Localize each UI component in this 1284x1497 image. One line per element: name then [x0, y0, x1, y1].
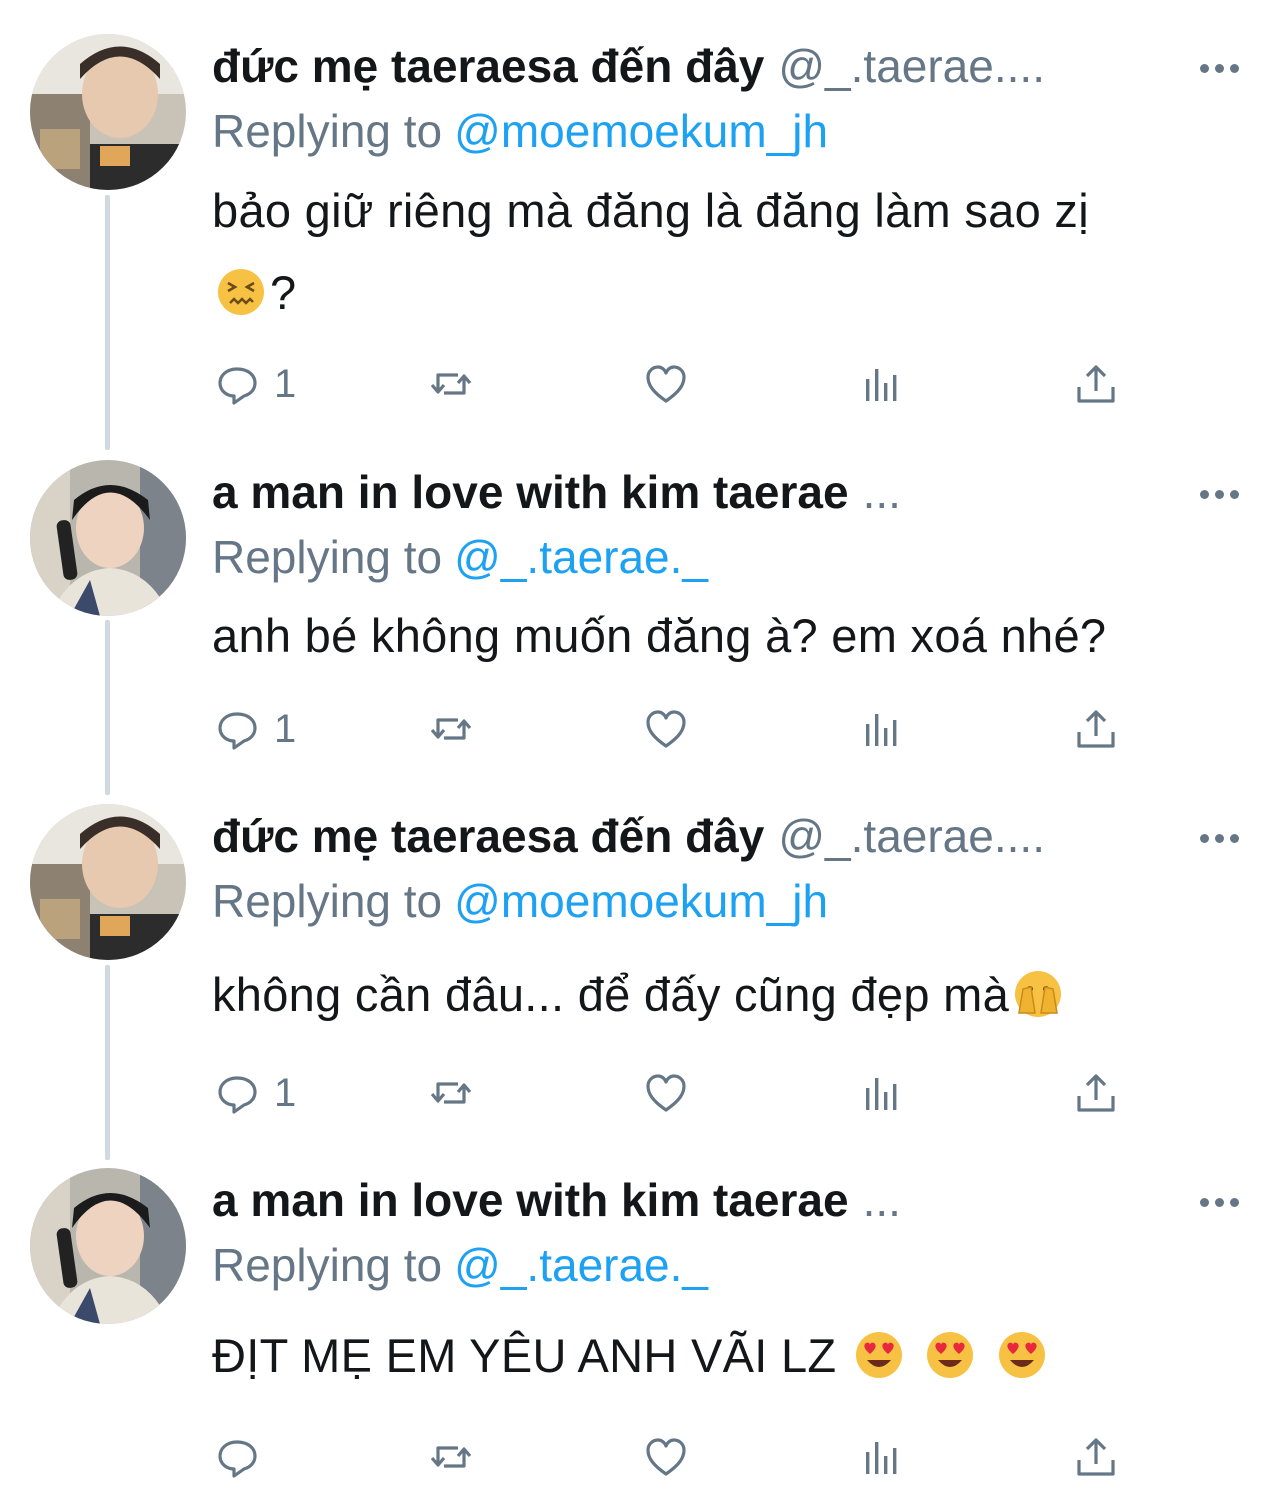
- tweet-text-line: bảo giữ riêng mà đăng là đăng làm sao zị: [212, 184, 1089, 237]
- tweet-text: không cần đâu... để đấy cũng đẹp mà: [212, 954, 1252, 1036]
- reply-button[interactable]: 1: [214, 704, 296, 754]
- display-name[interactable]: đức mẹ taeraesa đến đây: [212, 40, 764, 92]
- avatar[interactable]: [30, 460, 186, 616]
- stats-button[interactable]: [858, 359, 904, 409]
- reply-to-link[interactable]: @_.taerae._: [454, 1239, 708, 1291]
- stats-button[interactable]: [858, 704, 904, 754]
- heart-eyes-emoji: [855, 1332, 902, 1378]
- like-button[interactable]: [643, 1432, 689, 1482]
- tweet-text-line: ?: [270, 266, 297, 319]
- reply-to-link[interactable]: @moemoekum_jh: [454, 875, 828, 927]
- replying-label: Replying to: [212, 105, 443, 157]
- tweet-4[interactable]: a man in love with kim taerae... Replyin…: [0, 1168, 1284, 1488]
- more-icon[interactable]: [1200, 64, 1239, 73]
- tweet-actions: 1: [0, 1068, 1284, 1118]
- replying-to: Replying to @moemoekum_jh: [212, 104, 828, 158]
- tweet-text: anh bé không muốn đăng à? em xoá nhé?: [212, 595, 1252, 677]
- share-icon: [1077, 1074, 1115, 1112]
- heart-eyes-emoji: [927, 1332, 974, 1378]
- display-name[interactable]: đức mẹ taeraesa đến đây: [212, 810, 764, 862]
- stats-button[interactable]: [858, 1068, 904, 1118]
- like-button[interactable]: [643, 359, 689, 409]
- stats-icon: [866, 369, 897, 401]
- stats-icon: [866, 1078, 897, 1110]
- retweet-icon: [430, 373, 472, 395]
- replying-label: Replying to: [212, 875, 443, 927]
- share-button[interactable]: [1073, 704, 1119, 754]
- like-icon: [646, 710, 686, 748]
- share-icon: [1077, 365, 1115, 403]
- retweet-icon: [430, 1446, 472, 1468]
- tweet-header: đức mẹ taeraesa đến đây @_.taerae....: [212, 39, 1045, 99]
- tweet-1[interactable]: đức mẹ taeraesa đến đây @_.taerae.... Rep…: [0, 34, 1284, 434]
- retweet-button[interactable]: [428, 1432, 474, 1482]
- tweet-actions: 1: [0, 704, 1284, 754]
- stats-icon: [866, 1442, 897, 1474]
- replying-label: Replying to: [212, 1239, 443, 1291]
- face-with-open-eyes-and-hand-over-mouth-emoji: [1014, 970, 1062, 1018]
- retweet-icon: [430, 718, 472, 740]
- reply-count: 1: [274, 1070, 297, 1115]
- like-button[interactable]: [643, 704, 689, 754]
- share-button[interactable]: [1073, 1432, 1119, 1482]
- share-button[interactable]: [1073, 359, 1119, 409]
- reply-count: 1: [274, 361, 297, 406]
- tweet-actions: [0, 1432, 1284, 1482]
- stats-button[interactable]: [858, 1432, 904, 1482]
- reply-icon: [218, 712, 257, 750]
- reply-icon: [218, 367, 257, 405]
- tweet-text: bảo giữ riêng mà đăng là đăng làm sao zị…: [212, 170, 1252, 334]
- tweet-text-line: ĐỊT MẸ EM YÊU ANH VÃI LZ: [212, 1329, 837, 1382]
- like-icon: [646, 365, 686, 403]
- avatar[interactable]: [30, 34, 186, 190]
- retweet-icon: [430, 1082, 472, 1104]
- reply-button[interactable]: [214, 1432, 274, 1482]
- handle[interactable]: ...: [863, 466, 901, 518]
- tweet-3[interactable]: đức mẹ taeraesa đến đây @_.taerae.... Rep…: [0, 804, 1284, 1144]
- like-icon: [646, 1438, 686, 1476]
- like-button[interactable]: [643, 1068, 689, 1118]
- handle[interactable]: @_.taerae....: [778, 40, 1045, 92]
- reply-button[interactable]: 1: [214, 1068, 296, 1118]
- tweet-actions: 1: [0, 359, 1284, 409]
- display-name[interactable]: a man in love with kim taerae: [212, 466, 849, 518]
- tweet-header: đức mẹ taeraesa đến đây @_.taerae....: [212, 809, 1045, 869]
- replying-to: Replying to @_.taerae._: [212, 530, 708, 584]
- share-button[interactable]: [1073, 1068, 1119, 1118]
- retweet-button[interactable]: [428, 359, 474, 409]
- display-name[interactable]: a man in love with kim taerae: [212, 1174, 849, 1226]
- tweet-header: a man in love with kim taerae...: [212, 465, 901, 525]
- tweet-text-line: không cần đâu... để đấy cũng đẹp mà: [212, 968, 1010, 1021]
- avatar[interactable]: [30, 804, 186, 960]
- share-icon: [1077, 1438, 1115, 1476]
- stats-icon: [866, 714, 897, 746]
- tweet-text-line: anh bé không muốn đăng à? em xoá nhé?: [212, 609, 1107, 662]
- tweet-2[interactable]: a man in love with kim taerae... Replyin…: [0, 460, 1284, 780]
- handle[interactable]: ...: [863, 1174, 901, 1226]
- tweet-header: a man in love with kim taerae...: [212, 1173, 901, 1233]
- reply-icon: [218, 1440, 257, 1478]
- heart-eyes-emoji: [998, 1332, 1045, 1378]
- reply-count: 1: [274, 706, 297, 751]
- more-icon[interactable]: [1200, 834, 1239, 843]
- handle[interactable]: @_.taerae....: [778, 810, 1045, 862]
- reply-to-link[interactable]: @moemoekum_jh: [454, 105, 828, 157]
- replying-to: Replying to @moemoekum_jh: [212, 874, 828, 928]
- retweet-button[interactable]: [428, 704, 474, 754]
- confounded-face-emoji: [216, 267, 266, 317]
- reply-icon: [218, 1076, 257, 1114]
- replying-label: Replying to: [212, 531, 443, 583]
- more-icon[interactable]: [1200, 1198, 1239, 1207]
- reply-button[interactable]: 1: [214, 359, 296, 409]
- tweet-text: ĐỊT MẸ EM YÊU ANH VÃI LZ: [212, 1315, 1252, 1397]
- share-icon: [1077, 710, 1115, 748]
- retweet-button[interactable]: [428, 1068, 474, 1118]
- reply-to-link[interactable]: @_.taerae._: [454, 531, 708, 583]
- replying-to: Replying to @_.taerae._: [212, 1238, 708, 1292]
- avatar[interactable]: [30, 1168, 186, 1324]
- like-icon: [646, 1074, 686, 1112]
- more-icon[interactable]: [1200, 490, 1239, 499]
